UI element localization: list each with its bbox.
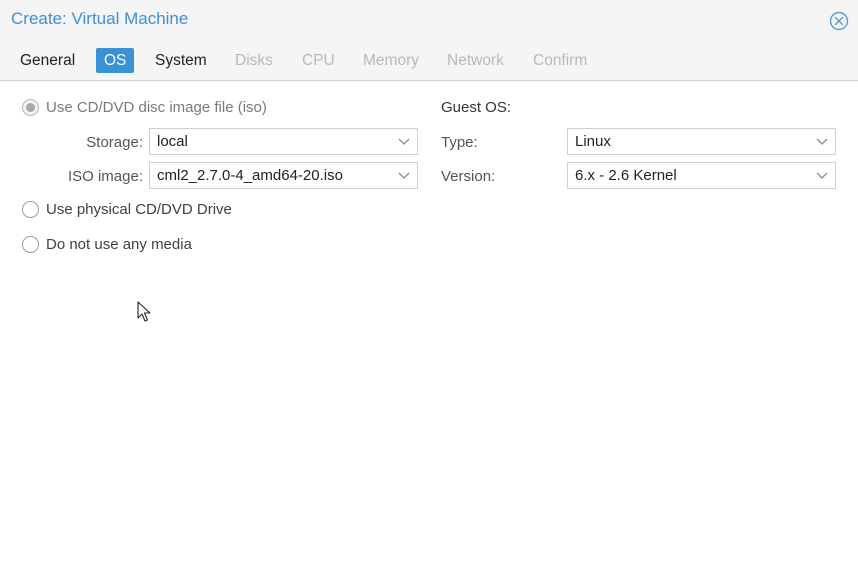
os-version-value: 6.x - 2.6 Kernel	[575, 167, 677, 184]
tab-system[interactable]: System	[147, 48, 215, 73]
version-label: Version:	[441, 168, 496, 185]
type-label: Type:	[441, 134, 478, 151]
tab-memory: Memory	[363, 52, 419, 69]
storage-value: local	[157, 133, 188, 150]
chevron-down-icon[interactable]	[398, 171, 410, 180]
create-vm-dialog: Create: Virtual Machine General OS Syste…	[0, 0, 858, 570]
radio-button-checked[interactable]	[22, 99, 39, 116]
os-version-combobox[interactable]: 6.x - 2.6 Kernel	[567, 162, 836, 189]
tab-confirm: Confirm	[533, 52, 588, 69]
tab-network: Network	[447, 52, 504, 69]
dialog-titlebar: Create: Virtual Machine	[0, 0, 858, 40]
close-icon[interactable]	[829, 11, 849, 31]
chevron-down-icon[interactable]	[816, 171, 828, 180]
mouse-pointer-icon	[137, 301, 151, 322]
wizard-tabbar: General OS System Disks CPU Memory Netwo…	[0, 40, 858, 81]
os-panel: Use CD/DVD disc image file (iso) Storage…	[0, 81, 858, 570]
chevron-down-icon[interactable]	[816, 137, 828, 146]
storage-combobox[interactable]: local	[149, 128, 418, 155]
iso-image-value: cml2_2.7.0-4_amd64-20.iso	[157, 167, 343, 184]
tab-general[interactable]: General	[12, 48, 83, 73]
tab-disks: Disks	[235, 52, 273, 69]
storage-label: Storage:	[86, 134, 143, 151]
guest-os-heading: Guest OS:	[441, 99, 512, 116]
dialog-title: Create: Virtual Machine	[11, 9, 189, 28]
os-type-value: Linux	[575, 133, 611, 150]
radio-button[interactable]	[22, 236, 39, 253]
iso-image-label: ISO image:	[67, 168, 143, 185]
os-type-combobox[interactable]: Linux	[567, 128, 836, 155]
chevron-down-icon[interactable]	[398, 137, 410, 146]
iso-image-combobox[interactable]: cml2_2.7.0-4_amd64-20.iso	[149, 162, 418, 189]
tab-os[interactable]: OS	[96, 48, 135, 73]
radio-label-no-media: Do not use any media	[46, 236, 192, 253]
tab-cpu: CPU	[302, 52, 335, 69]
radio-button[interactable]	[22, 201, 39, 218]
radio-label-physical-drive: Use physical CD/DVD Drive	[46, 201, 232, 218]
radio-label-use-iso: Use CD/DVD disc image file (iso)	[46, 99, 267, 116]
